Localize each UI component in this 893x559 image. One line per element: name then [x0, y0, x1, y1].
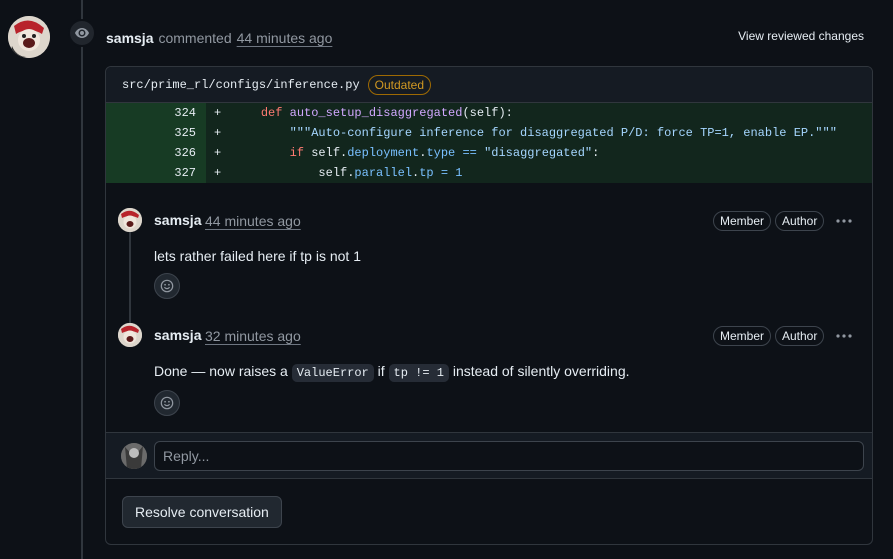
comment-body: Done — now raises a ValueError if tp != … — [154, 363, 630, 382]
comment-timestamp-link[interactable]: 32 minutes ago — [205, 328, 301, 344]
line-number[interactable]: 325 — [106, 123, 206, 143]
inline-code: tp != 1 — [388, 364, 449, 382]
author-label: Author — [775, 326, 825, 346]
smiley-icon[interactable] — [154, 390, 180, 416]
member-label: Member — [713, 211, 772, 231]
reply-bar: Reply... — [106, 432, 872, 479]
view-reviewed-changes-link[interactable]: View reviewed changes — [738, 29, 864, 43]
code-line: + """Auto-configure inference for disagg… — [206, 123, 872, 143]
diff-line: 326 + if self.deployment.type == "disagg… — [106, 143, 872, 163]
member-label: Member — [713, 326, 772, 346]
comment-author-link[interactable]: samsja — [154, 327, 201, 343]
line-number[interactable]: 326 — [106, 143, 206, 163]
resolve-conversation-button[interactable]: Resolve conversation — [122, 496, 282, 528]
avatar[interactable] — [118, 208, 142, 232]
timeline-line — [81, 0, 83, 559]
file-path-link[interactable]: src/prime_rl/configs/inference.py — [122, 78, 360, 92]
author-link[interactable]: samsja — [106, 30, 153, 46]
comment-timestamp-link[interactable]: 44 minutes ago — [205, 213, 301, 229]
reply-input[interactable]: Reply... — [154, 441, 864, 471]
line-number[interactable]: 324 — [106, 103, 206, 123]
code-line: + def auto_setup_disaggregated(self): — [206, 103, 872, 123]
review-thread-card: src/prime_rl/configs/inference.py Outdat… — [105, 66, 873, 545]
code-line: + if self.deployment.type == "disaggrega… — [206, 143, 872, 163]
action-text: commented — [158, 30, 232, 46]
avatar[interactable] — [118, 323, 142, 347]
diff-snippet: 324 + def auto_setup_disaggregated(self)… — [106, 103, 872, 183]
outdated-badge: Outdated — [367, 74, 432, 95]
kebab-horizontal-icon[interactable] — [834, 211, 854, 231]
comment-author-link[interactable]: samsja — [154, 212, 201, 228]
smiley-icon[interactable] — [154, 273, 180, 299]
diff-line: 327 + self.parallel.tp = 1 — [106, 163, 872, 183]
diff-line: 324 + def auto_setup_disaggregated(self)… — [106, 103, 872, 123]
timestamp-link[interactable]: 44 minutes ago — [237, 30, 333, 46]
file-header: src/prime_rl/configs/inference.py Outdat… — [106, 67, 872, 103]
inline-code: ValueError — [291, 364, 374, 382]
code-line: + self.parallel.tp = 1 — [206, 163, 872, 183]
kebab-horizontal-icon[interactable] — [834, 326, 854, 346]
author-label: Author — [775, 211, 825, 231]
avatar — [121, 443, 147, 469]
comment-body: lets rather failed here if tp is not 1 — [154, 248, 361, 264]
thread-connector — [129, 229, 131, 324]
diff-line: 325 + """Auto-configure inference for di… — [106, 123, 872, 143]
avatar[interactable] — [8, 16, 50, 58]
comment-header: samsja commented 44 minutes ago — [106, 28, 332, 48]
eye-icon — [68, 19, 96, 47]
line-number[interactable]: 327 — [106, 163, 206, 183]
